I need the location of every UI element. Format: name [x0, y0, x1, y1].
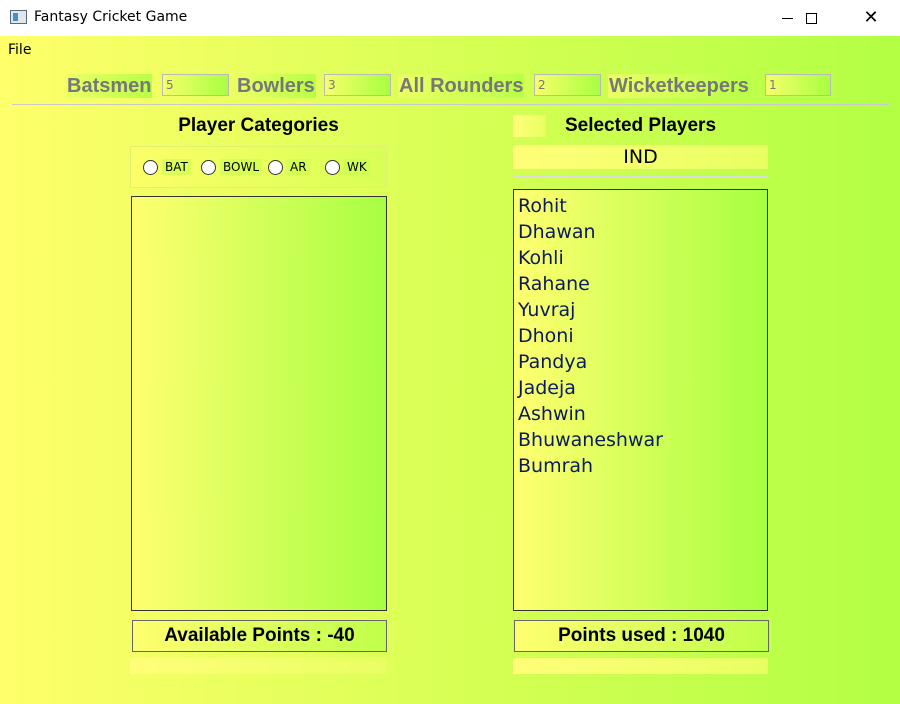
list-item[interactable]: Rahane: [518, 271, 767, 297]
close-button[interactable]: ✕: [848, 0, 894, 36]
available-players-list[interactable]: [131, 196, 387, 611]
radio-bowl-circle[interactable]: [201, 159, 216, 175]
batsmen-label: Batsmen: [66, 74, 153, 98]
radio-bat-circle[interactable]: [143, 159, 158, 175]
menu-file[interactable]: File: [8, 42, 31, 58]
allrounders-label: All Rounders: [398, 74, 525, 98]
team-name[interactable]: IND: [513, 146, 768, 170]
points-used-display: Points used : 1040: [514, 620, 769, 652]
maximize-icon: [805, 12, 817, 24]
bowlers-count-field[interactable]: 3: [324, 74, 391, 96]
divider: [12, 104, 889, 105]
available-points-display: Available Points : -40: [132, 620, 387, 652]
category-radio-group: BAT BOWL AR WK: [130, 146, 387, 188]
wicketkeepers-label: Wicketkeepers: [608, 74, 750, 98]
radio-bat[interactable]: BAT: [143, 159, 191, 175]
list-item[interactable]: Dhoni: [518, 323, 767, 349]
radio-bowl[interactable]: BOWL: [201, 159, 263, 175]
radio-wk-circle[interactable]: [325, 159, 340, 175]
bowlers-label: Bowlers: [236, 74, 316, 98]
list-item[interactable]: Pandya: [518, 349, 767, 375]
selected-players-items: Rohit Dhawan Kohli Rahane Yuvraj Dhoni Pandya J…: [514, 190, 767, 479]
radio-ar-circle[interactable]: [268, 159, 283, 175]
selected-players-list[interactable]: Rohit Dhawan Kohli Rahane Yuvraj Dhoni Pandya J…: [513, 189, 768, 611]
radio-ar-label: AR: [287, 159, 310, 175]
team-separator: [513, 176, 768, 178]
list-item[interactable]: Rohit: [518, 193, 767, 219]
app-icon: [10, 10, 27, 24]
list-item[interactable]: Yuvraj: [518, 297, 767, 323]
list-item[interactable]: Bumrah: [518, 453, 767, 479]
maximize-button[interactable]: [788, 0, 834, 36]
left-status-strip: [130, 658, 387, 674]
radio-wk[interactable]: WK: [325, 159, 370, 175]
right-status-strip: [513, 658, 768, 674]
list-item[interactable]: Bhuwaneshwar: [518, 427, 767, 453]
batsmen-count-field[interactable]: 5: [162, 74, 229, 96]
radio-wk-label: WK: [344, 159, 370, 175]
player-categories-heading: Player Categories: [178, 115, 339, 136]
selected-players-heading: Selected Players: [564, 115, 717, 136]
list-item[interactable]: Kohli: [518, 245, 767, 271]
close-icon: ✕: [863, 7, 879, 28]
list-item[interactable]: Ashwin: [518, 401, 767, 427]
allrounders-count-field[interactable]: 2: [534, 74, 601, 96]
wicketkeepers-count-field[interactable]: 1: [765, 74, 831, 96]
radio-bat-label: BAT: [162, 159, 191, 175]
list-item[interactable]: Jadeja: [518, 375, 767, 401]
radio-ar[interactable]: AR: [268, 159, 310, 175]
radio-bowl-label: BOWL: [220, 159, 263, 175]
window-title: Fantasy Cricket Game: [34, 9, 188, 25]
title-bar: Fantasy Cricket Game ✕: [0, 0, 900, 36]
list-item[interactable]: Dhawan: [518, 219, 767, 245]
client-area: File Batsmen 5 Bowlers 3 All Rounders 2 …: [0, 36, 900, 704]
